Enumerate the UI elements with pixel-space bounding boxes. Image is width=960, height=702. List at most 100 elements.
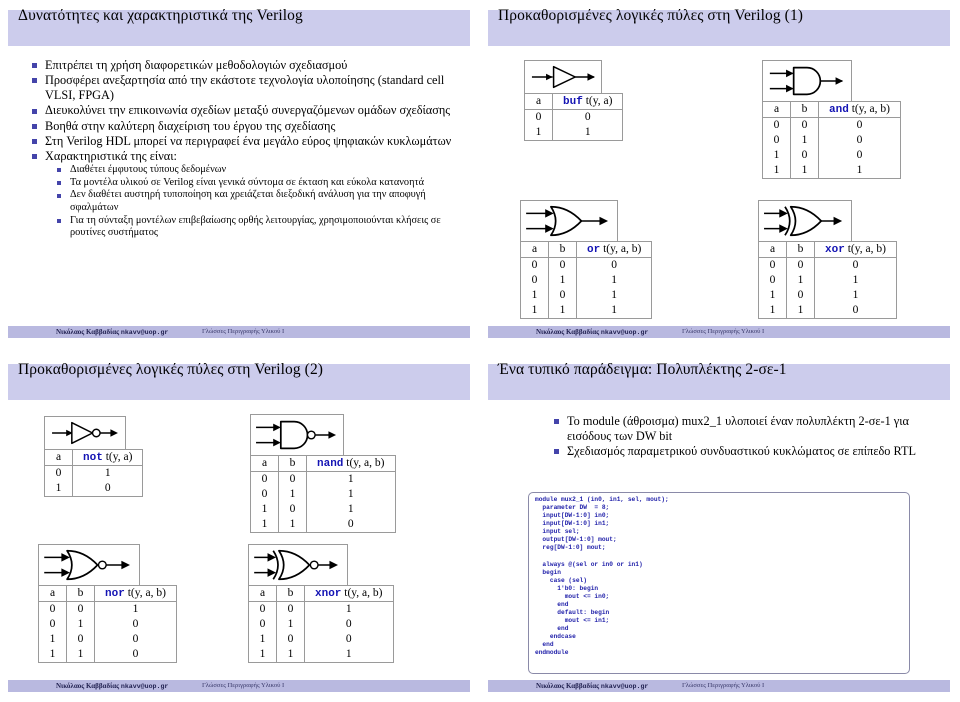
cell-b: 0 [276, 601, 305, 617]
cell-a: 0 [250, 487, 279, 502]
table-row: 100 [38, 632, 177, 647]
cell-out: 0 [818, 148, 901, 163]
cell-out: 1 [575, 273, 653, 288]
truth-table-nand: a b nand t(y, a, b) 001 011 101 110 [250, 455, 396, 533]
col-out: buf t(y, a) [551, 93, 624, 110]
table-row: 111 [520, 303, 653, 319]
cell-b: 1 [276, 647, 305, 663]
cell-out: 1 [551, 125, 624, 141]
footer-course: Γλώσσες Περιγραφής Υλικού Ι [682, 328, 765, 335]
cell-a: 0 [248, 617, 277, 632]
cell-b: 1 [548, 273, 577, 288]
table-row: 010 [248, 617, 394, 632]
cell-a: 1 [520, 303, 549, 319]
list-item: Επιτρέπει τη χρήση διαφορετικών μεθοδολο… [32, 58, 462, 73]
nor-gate-icon [38, 544, 140, 586]
page-title: Ένα τυπικό παράδειγμα: Πολυπλέκτης 2-σε-… [498, 361, 787, 378]
cell-a: 0 [520, 273, 549, 288]
cell-out: 1 [818, 163, 901, 179]
table-row: 101 [758, 288, 897, 303]
cell-out: 0 [71, 481, 144, 497]
table-header-row: a b nor t(y, a, b) [38, 585, 177, 602]
cell-out: 1 [304, 601, 394, 617]
signature: t(y, a, b) [848, 102, 890, 115]
cell-a: 0 [762, 117, 791, 133]
table-row: 000 [762, 117, 901, 133]
truth-table-or: a b or t(y, a, b) 000 011 101 111 [520, 241, 653, 319]
keyword-nor: nor [105, 587, 125, 600]
cell-b: 1 [790, 133, 819, 148]
cell-b: 1 [786, 273, 815, 288]
signature: t(y, a, b) [600, 242, 642, 255]
cell-a: 1 [520, 288, 549, 303]
table-row: 101 [250, 502, 396, 517]
footer-course: Γλώσσες Περιγραφής Υλικού Ι [682, 682, 765, 689]
table-row: 011 [520, 273, 653, 288]
col-b: b [276, 585, 305, 602]
cell-out: 0 [94, 647, 177, 663]
gate-block-xor: a b xor t(y, a, b) 000 011 101 110 [758, 200, 897, 319]
footer-course: Γλώσσες Περιγραφής Υλικού Ι [202, 328, 285, 335]
footer-course: Γλώσσες Περιγραφής Υλικού Ι [202, 682, 285, 689]
col-out: xnor t(y, a, b) [304, 585, 394, 602]
cell-b: 1 [786, 303, 815, 319]
cell-a: 1 [758, 303, 787, 319]
list-item: Προσφέρει ανεξαρτησία από την εκάστοτε τ… [32, 73, 462, 103]
signature: t(y, a, b) [124, 586, 166, 599]
truth-table-xor: a b xor t(y, a, b) 000 011 101 110 [758, 241, 897, 319]
signature: t(y, a) [582, 94, 613, 107]
cell-a: 1 [38, 632, 67, 647]
footer-email: nkavv@uop.gr [120, 329, 169, 336]
footer-author: Νικόλαος Καββαδίας nkavv@uop.gr [56, 326, 168, 338]
or-gate-icon [520, 200, 618, 242]
cell-out: 0 [94, 617, 177, 632]
cell-out: 0 [304, 617, 394, 632]
col-out: or t(y, a, b) [575, 241, 653, 258]
cell-a: 0 [758, 273, 787, 288]
footer-author-name: Νικόλαος Καββαδίας [56, 682, 120, 690]
cell-a: 0 [38, 617, 67, 632]
cell-b: 1 [278, 517, 307, 533]
cell-a: 0 [250, 471, 279, 487]
cell-out: 0 [814, 303, 897, 319]
cell-out: 1 [814, 273, 897, 288]
cell-out: 0 [818, 117, 901, 133]
signature: t(y, a, b) [341, 586, 383, 599]
col-a: a [520, 241, 549, 258]
cell-a: 1 [524, 125, 553, 141]
gate-block-buf: a buf t(y, a) 00 11 [524, 60, 624, 141]
table-row: 111 [248, 647, 394, 663]
list-item-label: Το module (άθροισμα) mux2_1 υλοποιεί ένα… [567, 414, 909, 444]
xnor-gate-icon [248, 544, 348, 586]
cell-b: 0 [786, 288, 815, 303]
slide-predefined-gates-2: Προκαθορισμένες λογικές πύλες στη Verilo… [0, 354, 478, 702]
table-header-row: a buf t(y, a) [524, 93, 624, 110]
cell-out: 1 [94, 601, 177, 617]
cell-b: 0 [790, 148, 819, 163]
code-block: module mux2_1 (in0, in1, sel, mout); par… [528, 492, 910, 674]
cell-b: 0 [548, 288, 577, 303]
cell-b: 0 [278, 471, 307, 487]
cell-out: 1 [306, 487, 396, 502]
cell-a: 0 [762, 133, 791, 148]
footer-author-name: Νικόλαος Καββαδίας [56, 328, 120, 336]
keyword-nand: nand [317, 457, 344, 470]
not-gate-icon [44, 416, 126, 450]
table-row: 010 [762, 133, 901, 148]
gate-block-nor: a b nor t(y, a, b) 001 010 100 110 [38, 544, 177, 663]
truth-table-xnor: a b xnor t(y, a, b) 001 010 100 111 [248, 585, 394, 663]
table-row: 000 [520, 257, 653, 273]
cell-out: 1 [575, 288, 653, 303]
table-row: 011 [250, 487, 396, 502]
table-header-row: a b and t(y, a, b) [762, 101, 901, 118]
and-gate-icon [762, 60, 852, 102]
cell-b: 1 [66, 617, 95, 632]
footer-author: Νικόλαος Καββαδίας nkavv@uop.gr [536, 326, 648, 338]
footer-email: nkavv@uop.gr [600, 329, 649, 336]
cell-b: 0 [548, 257, 577, 273]
cell-a: 1 [38, 647, 67, 663]
table-header-row: a b or t(y, a, b) [520, 241, 653, 258]
col-a: a [250, 455, 279, 472]
cell-a: 1 [758, 288, 787, 303]
col-b: b [790, 101, 819, 118]
